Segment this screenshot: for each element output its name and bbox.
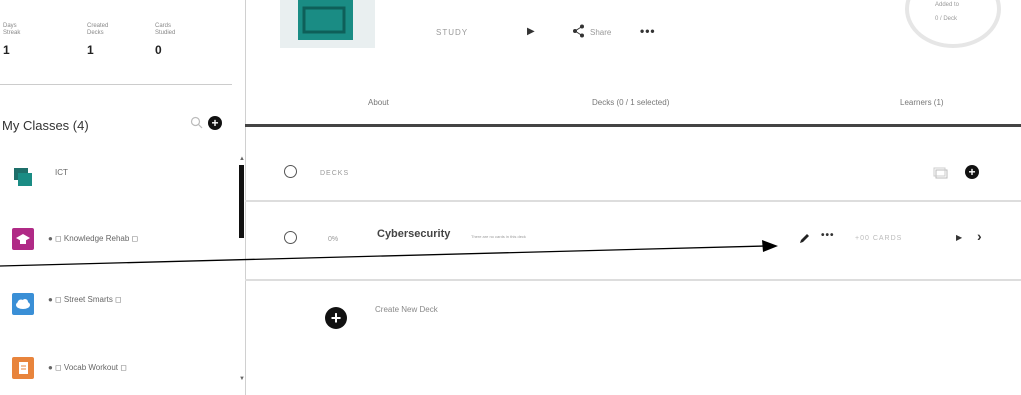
annotation-arrow <box>0 240 778 267</box>
